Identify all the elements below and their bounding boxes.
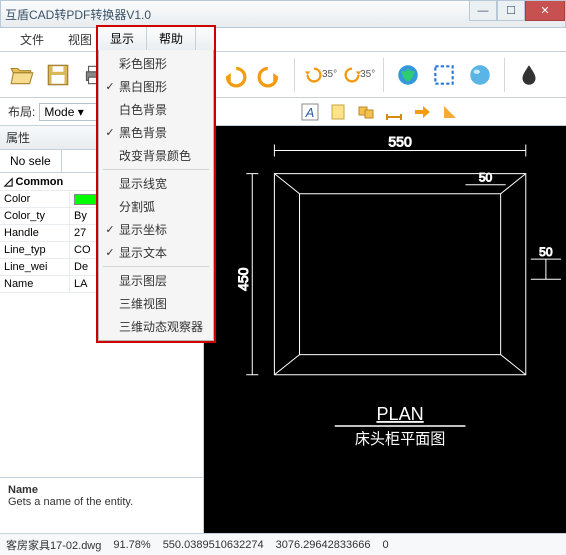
sphere-button[interactable]	[464, 57, 496, 93]
maximize-button[interactable]: ☐	[497, 1, 525, 21]
highlight-box: 显示 帮助 彩色图形 ✓黑白图形 白色背景 ✓黑色背景 改变背景颜色 显示线宽 …	[96, 25, 216, 343]
angle-tool[interactable]	[439, 101, 461, 123]
prop-lineweight-key: Line_wei	[0, 259, 70, 275]
drawing-canvas[interactable]: 550 50 50 4	[204, 126, 566, 533]
window-controls: — ☐ ✕	[469, 1, 565, 21]
arrow-tool[interactable]	[411, 101, 433, 123]
dd-show-layers[interactable]: 显示图层	[99, 269, 213, 292]
dd-bw-graphics[interactable]: ✓黑白图形	[99, 75, 213, 98]
angle-icon	[441, 103, 459, 121]
dd-white-bg[interactable]: 白色背景	[99, 98, 213, 121]
close-button[interactable]: ✕	[525, 1, 565, 21]
status-coord1: 550.0389510632274	[163, 539, 264, 551]
description-panel: Name Gets a name of the entity.	[0, 477, 203, 533]
dd-show-coords[interactable]: ✓显示坐标	[99, 218, 213, 241]
globe-button[interactable]	[392, 57, 424, 93]
svg-text:A: A	[304, 105, 314, 120]
prop-handle-key: Handle	[0, 225, 70, 241]
redo-icon	[257, 62, 283, 88]
angle-right-label: 35°	[360, 69, 375, 80]
menu-help[interactable]: 帮助	[147, 27, 196, 50]
plan-subtitle: 床头柜平面图	[355, 431, 445, 448]
status-file: 客房家具17-02.dwg	[6, 537, 101, 553]
menu-display[interactable]: 显示	[98, 27, 147, 50]
rotate-right-button[interactable]: 35°	[341, 64, 375, 86]
redo-button[interactable]	[254, 57, 286, 93]
select-button[interactable]	[428, 57, 460, 93]
dim-left: 450	[235, 267, 251, 291]
toolbar-layout: 布局: Mode ▾ A	[0, 98, 566, 126]
folder-open-icon	[9, 62, 35, 88]
titlebar: 互盾CAD转PDF转换器V1.0 — ☐ ✕	[0, 0, 566, 28]
save-button[interactable]	[42, 57, 74, 93]
dd-3d-view[interactable]: 三维视图	[99, 292, 213, 315]
toolbar-divider	[383, 58, 384, 92]
globe-icon	[395, 62, 421, 88]
property-panel-title: 属性	[6, 129, 30, 146]
open-button[interactable]	[6, 57, 38, 93]
statusbar: 客房家具17-02.dwg 91.78% 550.0389510632274 3…	[0, 533, 566, 555]
text-tool[interactable]: A	[299, 101, 321, 123]
arrow-right-icon	[413, 103, 431, 121]
ink-button[interactable]	[513, 57, 545, 93]
highlight-tool[interactable]	[327, 101, 349, 123]
layout-select[interactable]: Mode ▾	[39, 103, 98, 121]
dd-show-text[interactable]: ✓显示文本	[99, 241, 213, 264]
dim-top: 550	[388, 133, 412, 149]
undo-button[interactable]	[218, 57, 250, 93]
angle-left-label: 35°	[322, 69, 337, 80]
minimize-button[interactable]: —	[469, 1, 497, 21]
menu-file[interactable]: 文件	[8, 29, 56, 50]
status-coord3: 0	[382, 539, 388, 551]
dd-black-bg[interactable]: ✓黑色背景	[99, 121, 213, 144]
app-title: 互盾CAD转PDF转换器V1.0	[5, 6, 151, 23]
dimension-icon	[385, 103, 403, 121]
group-tool[interactable]	[355, 101, 377, 123]
toolbar-divider	[504, 58, 505, 92]
plan-label: PLAN	[376, 404, 423, 424]
dim-inner-top: 50	[479, 171, 493, 185]
status-coord2: 3076.29642833666	[276, 539, 371, 551]
status-zoom: 91.78%	[113, 539, 150, 551]
page-icon	[329, 103, 347, 121]
sphere-icon	[467, 62, 493, 88]
description-title: Name	[8, 484, 195, 496]
dd-split-arc[interactable]: 分割弧	[99, 195, 213, 218]
letter-a-icon: A	[301, 103, 319, 121]
menubar: 文件 视图	[0, 28, 566, 52]
display-dropdown: 彩色图形 ✓黑白图形 白色背景 ✓黑色背景 改变背景颜色 显示线宽 分割弧 ✓显…	[98, 50, 214, 341]
undo-icon	[221, 62, 247, 88]
menu-view[interactable]: 视图	[56, 29, 104, 50]
dd-show-lineweight[interactable]: 显示线宽	[99, 172, 213, 195]
prop-linetype-key: Line_typ	[0, 242, 70, 258]
toolbar-main: 35° 35°	[0, 52, 566, 98]
toolbar-divider	[294, 58, 295, 92]
drop-icon	[516, 62, 542, 88]
prop-name-key: Name	[0, 276, 70, 292]
floppy-icon	[45, 62, 71, 88]
layout-label: 布局:	[0, 103, 35, 120]
dd-change-bg-color[interactable]: 改变背景颜色	[99, 144, 213, 167]
prop-color-key: Color	[0, 191, 70, 207]
dd-color-graphics[interactable]: 彩色图形	[99, 52, 213, 75]
prop-colortype-key: Color_ty	[0, 208, 70, 224]
dimension-tool[interactable]	[383, 101, 405, 123]
property-tab-noselection[interactable]: No sele	[0, 150, 62, 172]
dim-right: 50	[539, 245, 553, 259]
description-text: Gets a name of the entity.	[8, 496, 195, 508]
dd-3d-orbit[interactable]: 三维动态观察器	[99, 315, 213, 338]
group-icon	[357, 103, 375, 121]
dashed-rect-icon	[431, 62, 457, 88]
rotate-left-button[interactable]: 35°	[303, 64, 337, 86]
